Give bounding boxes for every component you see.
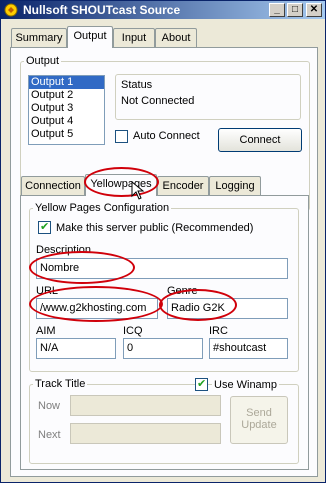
app-window: Nullsoft SHOUTcast Source _ □ ✕ Summary … bbox=[0, 0, 326, 483]
description-field[interactable]: Nombre bbox=[36, 258, 288, 279]
tab-input[interactable]: Input bbox=[113, 28, 155, 48]
yp-config-group: Yellow Pages Configuration Make this ser… bbox=[29, 202, 299, 372]
auto-connect-checkbox[interactable] bbox=[115, 130, 128, 143]
icq-label: ICQ bbox=[123, 325, 143, 337]
tab-output[interactable]: Output bbox=[67, 26, 113, 48]
list-item[interactable]: Output 5 bbox=[29, 128, 104, 141]
mouse-pointer-icon bbox=[131, 181, 145, 200]
window-title: Nullsoft SHOUTcast Source bbox=[23, 3, 181, 17]
shoutcast-app-icon bbox=[4, 3, 18, 17]
tab-about-label: About bbox=[161, 32, 191, 44]
connect-button-label: Connect bbox=[239, 134, 281, 146]
description-label: Description bbox=[36, 244, 92, 256]
track-title-group-title: Track Title bbox=[33, 378, 88, 390]
list-item[interactable]: Output 1 bbox=[29, 76, 104, 89]
status-title: Status bbox=[121, 79, 153, 91]
tab-output-label: Output bbox=[73, 30, 107, 42]
maximize-button[interactable]: □ bbox=[287, 3, 303, 17]
url-label: URL bbox=[36, 285, 59, 297]
next-field[interactable] bbox=[70, 423, 221, 444]
auto-connect-label: Auto Connect bbox=[133, 130, 200, 142]
close-button[interactable]: ✕ bbox=[306, 3, 322, 17]
tab-connection-label: Connection bbox=[25, 180, 81, 192]
genre-label: Genre bbox=[167, 285, 198, 297]
use-winamp-checkbox[interactable] bbox=[195, 377, 208, 391]
icq-field[interactable]: 0 bbox=[123, 338, 203, 359]
output-group-title: Output bbox=[24, 55, 62, 67]
use-winamp-label: Use Winamp bbox=[212, 379, 279, 391]
yp-config-title: Yellow Pages Configuration bbox=[33, 202, 172, 214]
output-tab-panel: Output Output 1 Output 2 Output 3 Output… bbox=[10, 47, 318, 477]
tab-encoder[interactable]: Encoder bbox=[157, 176, 209, 196]
title-bar[interactable]: Nullsoft SHOUTcast Source _ □ ✕ bbox=[1, 1, 325, 19]
tab-connection[interactable]: Connection bbox=[21, 176, 85, 196]
status-text: Not Connected bbox=[121, 95, 195, 107]
url-field[interactable]: /www.g2khosting.com bbox=[36, 298, 158, 319]
tab-summary-label: Summary bbox=[15, 32, 63, 44]
list-item[interactable]: Output 3 bbox=[29, 102, 104, 115]
tab-summary[interactable]: Summary bbox=[11, 28, 67, 48]
tab-about[interactable]: About bbox=[155, 28, 197, 48]
tab-input-label: Input bbox=[121, 32, 147, 44]
status-group: Status Not Connected bbox=[115, 74, 301, 120]
list-item[interactable]: Output 4 bbox=[29, 115, 104, 128]
track-title-group: Track Title Use Winamp Now Next Send Upd… bbox=[29, 377, 299, 464]
now-label: Now bbox=[38, 400, 61, 412]
aim-label: AIM bbox=[36, 325, 56, 337]
make-public-checkbox[interactable] bbox=[38, 220, 51, 234]
tab-logging[interactable]: Logging bbox=[209, 176, 261, 196]
genre-field[interactable]: Radio G2K bbox=[167, 298, 288, 319]
send-update-button[interactable]: Send Update bbox=[230, 396, 288, 444]
send-update-label-line2: Update bbox=[241, 419, 277, 431]
irc-field[interactable]: #shoutcast bbox=[209, 338, 288, 359]
yellowpages-tab-panel: Yellow Pages Configuration Make this ser… bbox=[20, 195, 309, 470]
aim-field[interactable]: N/A bbox=[36, 338, 116, 359]
output-list[interactable]: Output 1 Output 2 Output 3 Output 4 Outp… bbox=[28, 75, 105, 145]
minimize-button[interactable]: _ bbox=[269, 3, 285, 17]
irc-label: IRC bbox=[209, 325, 228, 337]
tab-logging-label: Logging bbox=[215, 180, 255, 192]
tab-encoder-label: Encoder bbox=[162, 180, 204, 192]
send-update-label-line1: Send bbox=[246, 407, 272, 419]
next-label: Next bbox=[38, 429, 61, 441]
list-item[interactable]: Output 2 bbox=[29, 89, 104, 102]
make-public-label: Make this server public (Recommended) bbox=[56, 222, 254, 234]
now-field[interactable] bbox=[70, 395, 221, 416]
connect-button[interactable]: Connect bbox=[218, 128, 302, 152]
